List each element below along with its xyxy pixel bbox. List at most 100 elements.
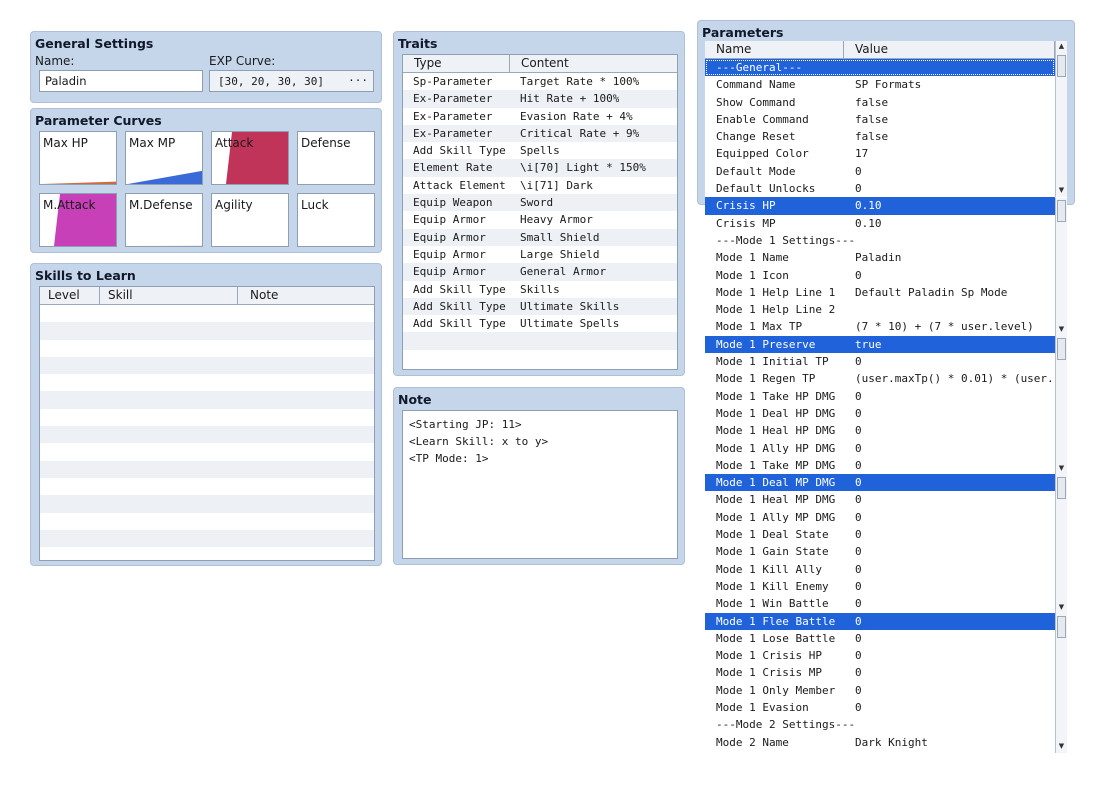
trait-row[interactable]: Ex-Parameter Evasion Rate + 4% <box>403 107 677 125</box>
parameter-row[interactable]: Mode 1 Regen TP (user.maxTp() * 0.01) * (… <box>705 370 1055 387</box>
parameter-row[interactable]: Crisis HP 0.10 <box>705 197 1055 215</box>
curve-m-attack[interactable]: M.Attack <box>39 193 117 247</box>
traits-col-type[interactable]: Type <box>403 55 510 72</box>
exp-curve-field[interactable]: [30, 20, 30, 30] ··· <box>209 70 374 92</box>
scroll-down-arrow-icon[interactable]: ▼ <box>1057 186 1066 195</box>
skill-row[interactable] <box>40 305 374 323</box>
parameter-row[interactable]: ---Mode 2 Settings--- <box>705 716 1055 733</box>
skill-row[interactable] <box>40 322 374 340</box>
note-textarea[interactable]: <Starting JP: 11> <Learn Skill: x to y> … <box>402 410 678 559</box>
parameters-col-value[interactable]: Value <box>844 41 1055 58</box>
parameter-row[interactable]: Mode 1 Heal MP DMG 0 <box>705 491 1055 508</box>
skill-row[interactable] <box>40 391 374 409</box>
parameter-row[interactable]: Mode 1 Only Member 0 <box>705 682 1055 699</box>
parameter-row[interactable]: Default Unlocks 0 <box>705 180 1055 197</box>
parameter-row[interactable]: Mode 1 Preserve true <box>705 335 1055 354</box>
parameter-row[interactable]: Change Reset false <box>705 128 1055 145</box>
scroll-thumb[interactable] <box>1057 200 1066 222</box>
parameters-scrollbar[interactable]: ▼ <box>1055 614 1067 753</box>
trait-row[interactable]: Attack Element \i[71] Dark <box>403 176 677 195</box>
skills-list[interactable]: Level Skill Note <box>39 286 375 561</box>
parameter-row[interactable]: Mode 1 Take MP DMG 0 <box>705 457 1055 474</box>
parameter-row[interactable]: Mode 1 Name Paladin <box>705 249 1055 266</box>
trait-row[interactable]: Add Skill Type Ultimate Spells <box>403 315 677 333</box>
curve-m-defense[interactable]: M.Defense <box>125 193 203 247</box>
parameter-row[interactable]: Mode 1 Max TP (7 * 10) + (7 * user.level) <box>705 318 1055 335</box>
trait-row[interactable]: Equip Armor Heavy Armor <box>403 211 677 229</box>
parameter-row[interactable]: Mode 1 Win Battle 0 <box>705 595 1055 612</box>
parameter-row[interactable]: ---Mode 1 Settings--- <box>705 232 1055 249</box>
trait-row[interactable]: Add Skill Type Ultimate Skills <box>403 297 677 316</box>
parameter-row[interactable]: Mode 1 Flee Battle 0 <box>705 612 1055 630</box>
parameter-row[interactable]: Mode 1 Deal State 0 <box>705 526 1055 543</box>
parameter-row[interactable]: Mode 1 Crisis HP 0 <box>705 647 1055 664</box>
parameter-row[interactable]: Mode 1 Kill Enemy 0 <box>705 578 1055 595</box>
trait-row[interactable] <box>403 332 677 350</box>
skill-row[interactable] <box>40 426 374 444</box>
curve-max-mp[interactable]: Max MP <box>125 131 203 185</box>
skill-row[interactable] <box>40 339 374 357</box>
curve-attack[interactable]: Attack <box>211 131 289 185</box>
curve-max-hp[interactable]: Max HP <box>39 131 117 185</box>
parameter-row[interactable]: Mode 1 Deal MP DMG 0 <box>705 474 1055 492</box>
parameters-scrollbar[interactable]: ▼ <box>1055 336 1067 475</box>
traits-col-content[interactable]: Content <box>510 55 677 72</box>
skill-row[interactable] <box>40 547 374 560</box>
skill-row[interactable] <box>40 529 374 548</box>
parameter-row[interactable]: Mode 1 Initial TP 0 <box>705 353 1055 370</box>
trait-row[interactable]: Add Skill Type Spells <box>403 142 677 160</box>
skill-row[interactable] <box>40 408 374 427</box>
parameter-row[interactable]: Default Mode 0 <box>705 163 1055 180</box>
parameter-row[interactable]: Mode 1 Help Line 2 <box>705 301 1055 318</box>
skill-row[interactable] <box>40 477 374 496</box>
trait-row[interactable]: Equip Armor Small Shield <box>403 228 677 246</box>
parameter-row[interactable]: Mode 1 Ally MP DMG 0 <box>705 509 1055 526</box>
trait-row[interactable]: Equip Weapon Sword <box>403 194 677 212</box>
parameter-row[interactable]: Mode 1 Kill Ally 0 <box>705 561 1055 578</box>
skill-row[interactable] <box>40 374 374 392</box>
parameters-list[interactable]: Name Value ---General--- Command Name SP F… <box>705 41 1067 753</box>
trait-row[interactable] <box>403 349 677 368</box>
scroll-thumb[interactable] <box>1057 477 1066 499</box>
parameter-row[interactable]: Mode 1 Ally HP DMG 0 <box>705 440 1055 457</box>
parameter-row[interactable]: Enable Command false <box>705 111 1055 128</box>
curve-defense[interactable]: Defense <box>297 131 375 185</box>
parameters-scrollbar[interactable]: ▲ ▼ <box>1055 41 1067 197</box>
parameter-row[interactable]: Mode 1 Evasion 0 <box>705 699 1055 716</box>
skill-row[interactable] <box>40 495 374 513</box>
skills-col-skill[interactable]: Skill <box>100 287 238 304</box>
parameter-row[interactable]: Mode 1 Lose Battle 0 <box>705 630 1055 647</box>
parameter-row[interactable]: Mode 1 Help Line 1 Default Paladin Sp Mod… <box>705 284 1055 301</box>
skill-row[interactable] <box>40 356 374 375</box>
trait-row[interactable]: Equip Armor General Armor <box>403 263 677 281</box>
scroll-down-arrow-icon[interactable]: ▼ <box>1057 464 1066 473</box>
parameter-row[interactable]: Mode 1 Take HP DMG 0 <box>705 388 1055 405</box>
parameter-row[interactable]: Mode 1 Crisis MP 0 <box>705 664 1055 681</box>
curve-luck[interactable]: Luck <box>297 193 375 247</box>
name-field[interactable]: Paladin <box>39 70 203 92</box>
parameter-row[interactable]: Command Name SP Formats <box>705 76 1055 93</box>
parameter-row[interactable]: Mode 1 Heal HP DMG 0 <box>705 422 1055 439</box>
scroll-down-arrow-icon[interactable]: ▼ <box>1057 325 1066 334</box>
scroll-down-arrow-icon[interactable]: ▼ <box>1057 742 1066 751</box>
exp-curve-button[interactable]: ··· <box>348 74 368 87</box>
parameter-row[interactable]: Equipped Color 17 <box>705 145 1055 162</box>
traits-list[interactable]: Type Content Sp-Parameter Target Rate * 1… <box>402 54 678 370</box>
scroll-thumb[interactable] <box>1057 55 1066 77</box>
parameter-row[interactable]: Mode 2 Name Dark Knight <box>705 734 1055 751</box>
skills-col-level[interactable]: Level <box>40 287 100 304</box>
skill-row[interactable] <box>40 443 374 461</box>
trait-row[interactable]: Add Skill Type Skills <box>403 280 677 298</box>
parameter-row[interactable]: Crisis MP 0.10 <box>705 215 1055 232</box>
parameter-row[interactable]: Mode 1 Icon 0 <box>705 267 1055 284</box>
parameter-row[interactable]: Show Command false <box>705 94 1055 111</box>
parameters-col-name[interactable]: Name <box>705 41 844 58</box>
parameter-row[interactable]: Mode 1 Deal HP DMG 0 <box>705 405 1055 422</box>
parameter-row[interactable]: Mode 1 Gain State 0 <box>705 543 1055 560</box>
skill-row[interactable] <box>40 512 374 530</box>
parameters-scrollbar[interactable]: ▼ <box>1055 198 1067 336</box>
skill-row[interactable] <box>40 460 374 478</box>
skills-col-note[interactable]: Note <box>238 287 374 304</box>
trait-row[interactable]: Ex-Parameter Hit Rate + 100% <box>403 90 677 108</box>
trait-row[interactable]: Equip Armor Large Shield <box>403 245 677 264</box>
